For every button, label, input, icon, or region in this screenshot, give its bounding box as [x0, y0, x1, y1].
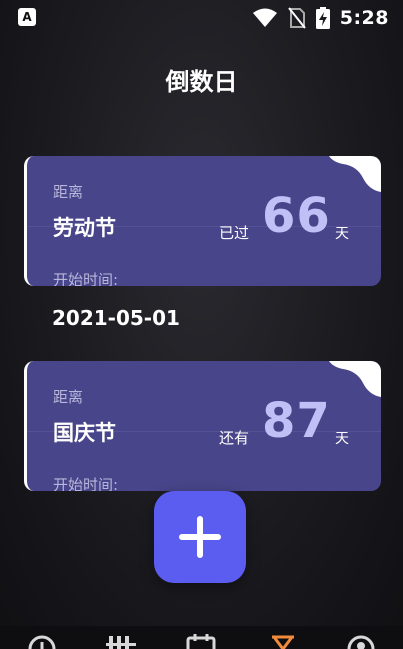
- card-label: 距离: [53, 388, 84, 406]
- bottom-nav: [0, 626, 403, 649]
- add-countdown-button[interactable]: [154, 491, 246, 583]
- page-title: 倒数日: [165, 68, 238, 96]
- card-start-label: 开始时间:: [53, 271, 119, 286]
- card-label: 距离: [53, 183, 84, 201]
- status-icons: 5:28: [252, 7, 389, 29]
- no-sim-icon: [287, 7, 306, 29]
- plus-icon: [179, 516, 221, 558]
- status-time: 5:28: [339, 7, 389, 29]
- card-event-name: 劳动节: [53, 216, 116, 240]
- card-start-label: 开始时间:: [53, 476, 119, 491]
- card-status: 还有: [219, 429, 250, 447]
- card-day-count: 66: [262, 188, 331, 244]
- card-unit: 天: [335, 226, 349, 242]
- hourglass-icon[interactable]: [268, 634, 298, 649]
- countdown-card-labor-day[interactable]: 距离 劳动节 已过 66 天 开始时间:: [24, 156, 381, 286]
- clock-icon[interactable]: [27, 634, 57, 649]
- calendar-grid-icon[interactable]: [106, 634, 136, 649]
- card-unit: 天: [335, 431, 349, 447]
- status-bar: A 5:28: [0, 0, 403, 36]
- start-date: 2021-05-01: [52, 306, 180, 330]
- app-icon-letter: A: [22, 10, 32, 24]
- card-status: 已过: [219, 224, 250, 242]
- card-day-count: 87: [262, 393, 331, 449]
- app-notification-icon: A: [18, 8, 36, 26]
- card-corner-decoration: [329, 156, 381, 192]
- calendar-icon[interactable]: [186, 634, 216, 649]
- card-corner-decoration: [329, 361, 381, 397]
- wifi-icon: [252, 8, 277, 27]
- profile-icon[interactable]: [346, 634, 376, 649]
- countdown-card-national-day[interactable]: 距离 国庆节 还有 87 天 开始时间:: [24, 361, 381, 491]
- battery-charging-icon: [315, 7, 330, 29]
- card-event-name: 国庆节: [53, 421, 116, 445]
